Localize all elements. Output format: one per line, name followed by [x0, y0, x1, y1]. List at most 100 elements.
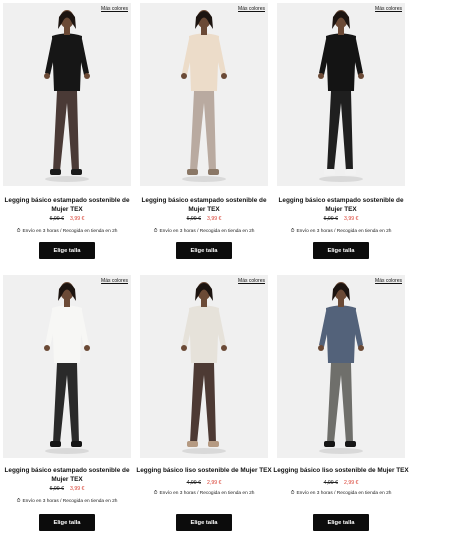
- product-price: 6,99 € 3,99 €: [277, 216, 405, 222]
- sale-price: 3,99 €: [70, 216, 85, 222]
- model-figure: [181, 282, 227, 454]
- right-shoe: [71, 441, 82, 447]
- floor-shadow: [45, 448, 89, 454]
- clock-icon: ⏱: [16, 228, 21, 234]
- floor-shadow: [319, 448, 363, 454]
- more-colors-link[interactable]: Más colores: [375, 278, 402, 284]
- shipping-text: Envío en 3 horas / Recogida en tienda en…: [22, 229, 118, 234]
- clock-icon: ⏱: [290, 228, 295, 234]
- neck: [338, 299, 344, 307]
- right-shoe: [208, 441, 219, 447]
- more-colors-link[interactable]: Más colores: [238, 6, 265, 12]
- right-hand: [358, 73, 364, 79]
- product-image[interactable]: Más colores: [3, 275, 131, 458]
- product-image[interactable]: Más colores: [3, 3, 131, 186]
- neck: [338, 27, 344, 35]
- old-price: 6,99 €: [49, 486, 64, 492]
- product-price: 4,99 € 2,99 €: [140, 480, 268, 486]
- product-price: 6,99 € 3,99 €: [3, 486, 131, 492]
- neck: [64, 299, 70, 307]
- right-hand: [221, 73, 227, 79]
- right-hand: [221, 345, 227, 351]
- shipping-info: ⏱ Envío en 3 horas / Recogida en tienda e…: [1, 228, 133, 234]
- product-price: 4,99 € 2,99 €: [277, 480, 405, 486]
- torso: [52, 33, 82, 91]
- more-colors-link[interactable]: Más colores: [375, 6, 402, 12]
- old-price: 6,99 €: [49, 216, 64, 222]
- left-shoe: [324, 441, 335, 447]
- choose-size-button[interactable]: Elige talla: [176, 242, 232, 259]
- legs: [190, 91, 216, 171]
- left-hand: [181, 345, 187, 351]
- shipping-info: ⏱ Envío en 3 horas / Recogida en tienda e…: [275, 228, 407, 234]
- torso: [189, 305, 219, 363]
- legs: [327, 363, 353, 443]
- clock-icon: ⏱: [290, 490, 295, 496]
- product-image[interactable]: Más colores: [140, 275, 268, 458]
- shipping-text: Envío en 3 horas / Recogida en tienda en…: [159, 229, 255, 234]
- shipping-text: Envío en 3 horas / Recogida en tienda en…: [159, 491, 255, 496]
- product-image[interactable]: Más colores: [277, 3, 405, 186]
- legs: [190, 363, 216, 443]
- neck: [201, 27, 207, 35]
- neck: [64, 27, 70, 35]
- product-image[interactable]: Más colores: [277, 275, 405, 458]
- left-shoe: [50, 169, 61, 175]
- product-title[interactable]: Legging básico estampado sostenible de M…: [0, 196, 135, 214]
- sale-price: 3,99 €: [207, 216, 222, 222]
- model-figure: [44, 282, 90, 454]
- product-title[interactable]: Legging básico liso sostenible de Mujer …: [136, 466, 272, 475]
- shipping-info: ⏱ Envío en 3 horas / Recogida en tienda e…: [138, 490, 270, 496]
- neck: [201, 299, 207, 307]
- left-hand: [318, 73, 324, 79]
- product-price: 6,99 € 3,99 €: [140, 216, 268, 222]
- model-figure: [318, 282, 364, 454]
- sale-price: 2,99 €: [344, 480, 359, 486]
- shipping-text: Envío en 3 horas / Recogida en tienda en…: [296, 491, 392, 496]
- model-figure: [44, 10, 90, 182]
- model-figure: [318, 10, 364, 182]
- right-shoe: [208, 169, 219, 175]
- torso: [189, 33, 219, 91]
- floor-shadow: [45, 176, 89, 182]
- legs: [53, 363, 79, 443]
- floor-shadow: [182, 448, 226, 454]
- old-price: 6,99 €: [186, 216, 201, 222]
- shipping-info: ⏱ Envío en 3 horas / Recogida en tienda e…: [275, 490, 407, 496]
- product-title[interactable]: Legging básico estampado sostenible de M…: [136, 196, 272, 214]
- product-title[interactable]: Legging básico estampado sostenible de M…: [0, 466, 135, 484]
- old-price: 4,99 €: [186, 480, 201, 486]
- choose-size-button[interactable]: Elige talla: [313, 514, 369, 531]
- legs: [53, 91, 79, 171]
- left-shoe: [50, 441, 61, 447]
- sale-price: 2,99 €: [207, 480, 222, 486]
- torso: [52, 305, 82, 363]
- left-shoe: [187, 169, 198, 175]
- more-colors-link[interactable]: Más colores: [238, 278, 265, 284]
- product-price: 6,99 € 3,99 €: [3, 216, 131, 222]
- right-hand: [84, 345, 90, 351]
- torso: [326, 305, 356, 363]
- old-price: 6,99 €: [323, 216, 338, 222]
- more-colors-link[interactable]: Más colores: [101, 278, 128, 284]
- product-title[interactable]: Legging básico estampado sostenible de M…: [273, 196, 409, 214]
- choose-size-button[interactable]: Elige talla: [39, 514, 95, 531]
- product-image[interactable]: Más colores: [140, 3, 268, 186]
- shipping-info: ⏱ Envío en 3 horas / Recogida en tienda e…: [1, 498, 133, 504]
- left-hand: [44, 73, 50, 79]
- more-colors-link[interactable]: Más colores: [101, 6, 128, 12]
- sale-price: 3,99 €: [344, 216, 359, 222]
- shipping-text: Envío en 3 horas / Recogida en tienda en…: [296, 229, 392, 234]
- right-shoe: [345, 441, 356, 447]
- choose-size-button[interactable]: Elige talla: [39, 242, 95, 259]
- choose-size-button[interactable]: Elige talla: [313, 242, 369, 259]
- shipping-text: Envío en 3 horas / Recogida en tienda en…: [22, 499, 118, 504]
- clock-icon: ⏱: [153, 490, 158, 496]
- right-shoe: [71, 169, 82, 175]
- product-title[interactable]: Legging básico liso sostenible de Mujer …: [273, 466, 409, 475]
- clock-icon: ⏱: [153, 228, 158, 234]
- left-hand: [44, 345, 50, 351]
- left-shoe: [187, 441, 198, 447]
- choose-size-button[interactable]: Elige talla: [176, 514, 232, 531]
- clock-icon: ⏱: [16, 498, 21, 504]
